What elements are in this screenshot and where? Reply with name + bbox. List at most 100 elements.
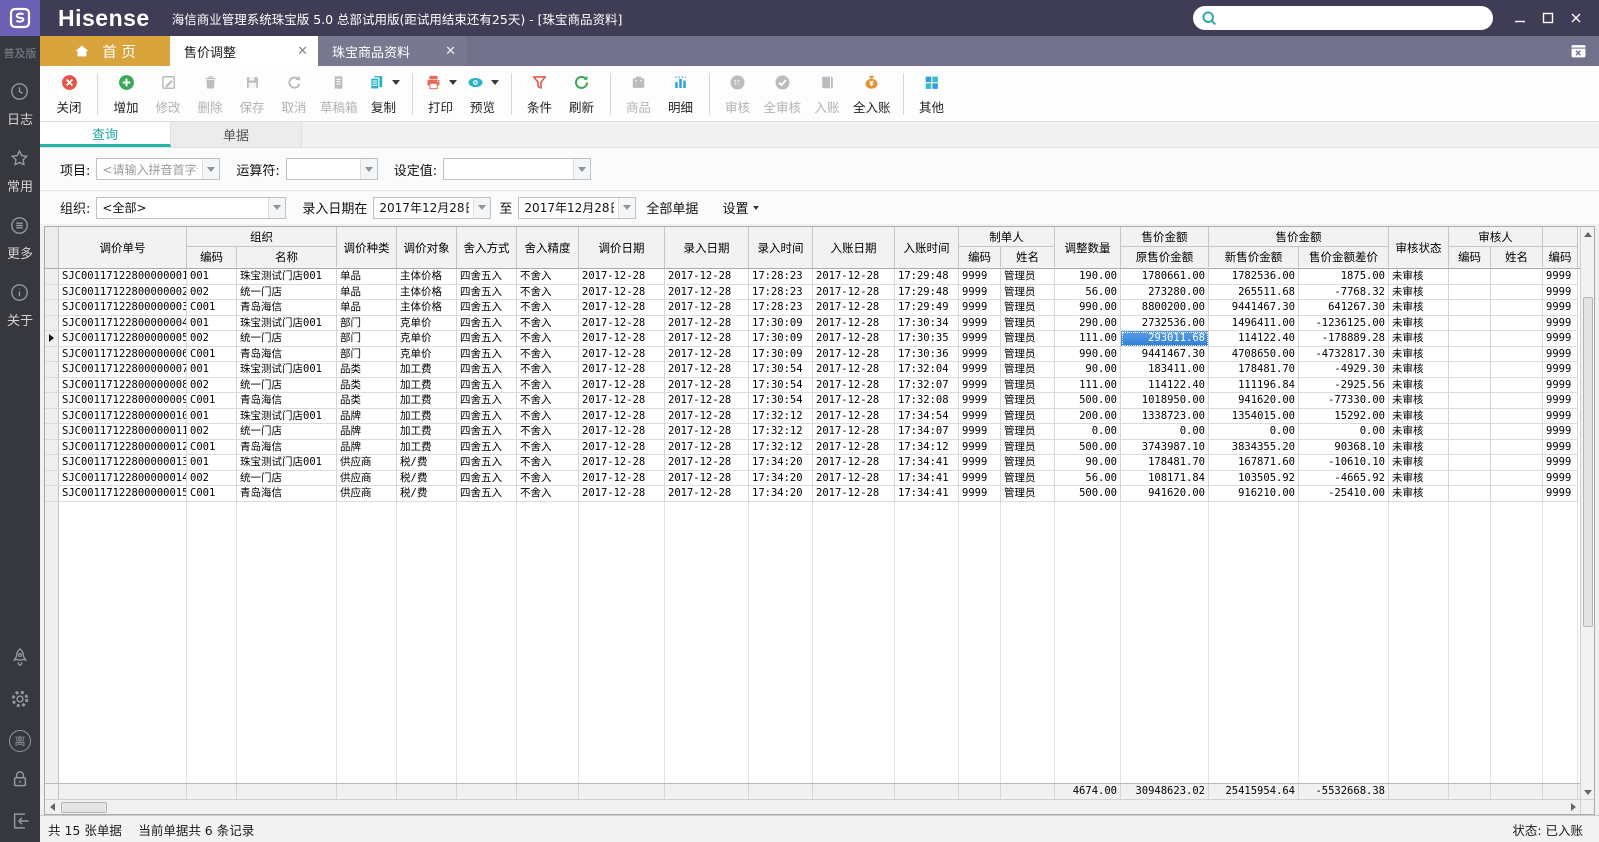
grid-cell[interactable]: 四舍五入: [457, 378, 517, 394]
grid-cell[interactable]: 税/费: [397, 455, 457, 471]
grid-cell[interactable]: 管理员: [1001, 424, 1055, 440]
grid-cell[interactable]: SJC00117122800000011: [59, 424, 187, 440]
grid-cell[interactable]: 002: [187, 285, 237, 301]
grid-cell[interactable]: 管理员: [1001, 409, 1055, 425]
grid-cell[interactable]: 2017-12-28: [579, 269, 665, 285]
grid-cell[interactable]: 178481.70: [1209, 362, 1299, 378]
table-row[interactable]: SJC00117122800000001001珠宝测试门店001单品主体价格四舍…: [45, 269, 1580, 285]
grid-cell[interactable]: 2017-12-28: [579, 424, 665, 440]
grid-cell[interactable]: 293011.68: [1121, 331, 1209, 347]
column-header[interactable]: 原售价金额: [1121, 247, 1209, 267]
grid-cell[interactable]: 2017-12-28: [665, 285, 749, 301]
grid-cell[interactable]: 9999: [959, 424, 1001, 440]
grid-cell[interactable]: 不舍入: [517, 269, 579, 285]
grid-cell[interactable]: 9999: [1543, 285, 1578, 301]
grid-cell[interactable]: 加工费: [397, 393, 457, 409]
grid-cell[interactable]: 珠宝测试门店001: [237, 362, 337, 378]
grid-cell[interactable]: 9999: [1543, 378, 1578, 394]
grid-cell[interactable]: 未审核: [1389, 486, 1449, 502]
lock-icon[interactable]: [9, 768, 31, 794]
item-filter-combo[interactable]: <请输入拼音首字母>: [96, 158, 220, 180]
grid-cell[interactable]: 2017-12-28: [665, 486, 749, 502]
grid-cell[interactable]: 114122.40: [1209, 331, 1299, 347]
grid-cell[interactable]: [1449, 455, 1491, 471]
grid-cell[interactable]: 统一门店: [237, 471, 337, 487]
grid-cell[interactable]: 9999: [959, 440, 1001, 456]
grid-cell[interactable]: [1449, 378, 1491, 394]
grid-cell[interactable]: 单品: [337, 285, 397, 301]
print-button[interactable]: 打印: [420, 69, 462, 119]
column-header[interactable]: 编码: [1543, 247, 1578, 267]
grid-cell[interactable]: 2017-12-28: [579, 455, 665, 471]
grid-cell[interactable]: 90.00: [1055, 362, 1121, 378]
grid-cell[interactable]: 002: [187, 378, 237, 394]
grid-cell[interactable]: 2017-12-28: [579, 486, 665, 502]
grid-cell[interactable]: 0.00: [1121, 424, 1209, 440]
grid-cell[interactable]: 2017-12-28: [813, 316, 895, 332]
grid-cell[interactable]: 990.00: [1055, 300, 1121, 316]
grid-cell[interactable]: 4708650.00: [1209, 347, 1299, 363]
column-group-header[interactable]: 售价金额: [1209, 227, 1389, 247]
grid-cell[interactable]: 2017-12-28: [579, 393, 665, 409]
row-indicator[interactable]: [45, 362, 59, 378]
grid-cell[interactable]: 17:30:09: [749, 331, 813, 347]
grid-cell[interactable]: 税/费: [397, 471, 457, 487]
grid-cell[interactable]: SJC00117122800000014: [59, 471, 187, 487]
grid-cell[interactable]: [1449, 331, 1491, 347]
grid-cell[interactable]: 9999: [1543, 440, 1578, 456]
grid-cell[interactable]: 2017-12-28: [665, 300, 749, 316]
grid-cell[interactable]: [1491, 269, 1543, 285]
grid-cell[interactable]: 17:29:48: [895, 285, 959, 301]
grid-cell[interactable]: 未审核: [1389, 455, 1449, 471]
grid-cell[interactable]: 珠宝测试门店001: [237, 269, 337, 285]
minimize-button[interactable]: [1513, 11, 1527, 25]
grid-cell[interactable]: SJC00117122800000007: [59, 362, 187, 378]
column-header[interactable]: 录入时间: [749, 227, 813, 268]
grid-cell[interactable]: 001: [187, 269, 237, 285]
table-row[interactable]: SJC00117122800000008002统一门店品类加工费四舍五入不舍入2…: [45, 378, 1580, 394]
sidebar-item-about[interactable]: 关于: [7, 282, 33, 329]
grid-cell[interactable]: 管理员: [1001, 378, 1055, 394]
grid-cell[interactable]: 941620.00: [1209, 393, 1299, 409]
row-indicator[interactable]: [45, 424, 59, 440]
grid-cell[interactable]: 未审核: [1389, 424, 1449, 440]
grid-cell[interactable]: 加工费: [397, 409, 457, 425]
grid-cell[interactable]: [1491, 455, 1543, 471]
grid-cell[interactable]: 178481.70: [1121, 455, 1209, 471]
gear-icon[interactable]: [9, 688, 31, 714]
grid-cell[interactable]: 四舍五入: [457, 440, 517, 456]
grid-cell[interactable]: 17:34:41: [895, 471, 959, 487]
grid-cell[interactable]: 四舍五入: [457, 362, 517, 378]
grid-cell[interactable]: SJC00117122800000005: [59, 331, 187, 347]
grid-cell[interactable]: 9999: [959, 362, 1001, 378]
value-filter-combo[interactable]: [443, 158, 591, 180]
grid-cell[interactable]: 17:28:23: [749, 300, 813, 316]
grid-cell[interactable]: 统一门店: [237, 378, 337, 394]
grid-cell[interactable]: [1491, 331, 1543, 347]
grid-cell[interactable]: 不舍入: [517, 486, 579, 502]
grid-cell[interactable]: 17:32:04: [895, 362, 959, 378]
column-header[interactable]: 调价单号: [59, 227, 187, 268]
grid-cell[interactable]: 90368.10: [1299, 440, 1389, 456]
grid-cell[interactable]: [1449, 471, 1491, 487]
grid-cell[interactable]: 17:34:20: [749, 486, 813, 502]
sidebar-item-more[interactable]: 更多: [7, 215, 33, 262]
grid-cell[interactable]: 2017-12-28: [665, 455, 749, 471]
combo-dropdown-icon[interactable]: [618, 198, 635, 218]
grid-cell[interactable]: 2732536.00: [1121, 316, 1209, 332]
grid-cell[interactable]: 190.00: [1055, 269, 1121, 285]
grid-cell[interactable]: 17:30:09: [749, 316, 813, 332]
grid-cell[interactable]: 9999: [959, 486, 1001, 502]
grid-cell[interactable]: 0.00: [1299, 424, 1389, 440]
rocket-icon[interactable]: [9, 646, 31, 672]
grid-cell[interactable]: 主体价格: [397, 300, 457, 316]
grid-cell[interactable]: 2017-12-28: [813, 440, 895, 456]
table-row[interactable]: SJC00117122800000002002统一门店单品主体价格四舍五入不舍入…: [45, 285, 1580, 301]
add-button[interactable]: 增加: [105, 69, 147, 119]
grid-cell[interactable]: 2017-12-28: [813, 486, 895, 502]
grid-cell[interactable]: 2017-12-28: [813, 331, 895, 347]
exit-icon[interactable]: [9, 810, 31, 836]
grid-cell[interactable]: 17:30:54: [749, 362, 813, 378]
grid-cell[interactable]: SJC00117122800000008: [59, 378, 187, 394]
horizontal-scrollbar[interactable]: [45, 799, 1580, 814]
